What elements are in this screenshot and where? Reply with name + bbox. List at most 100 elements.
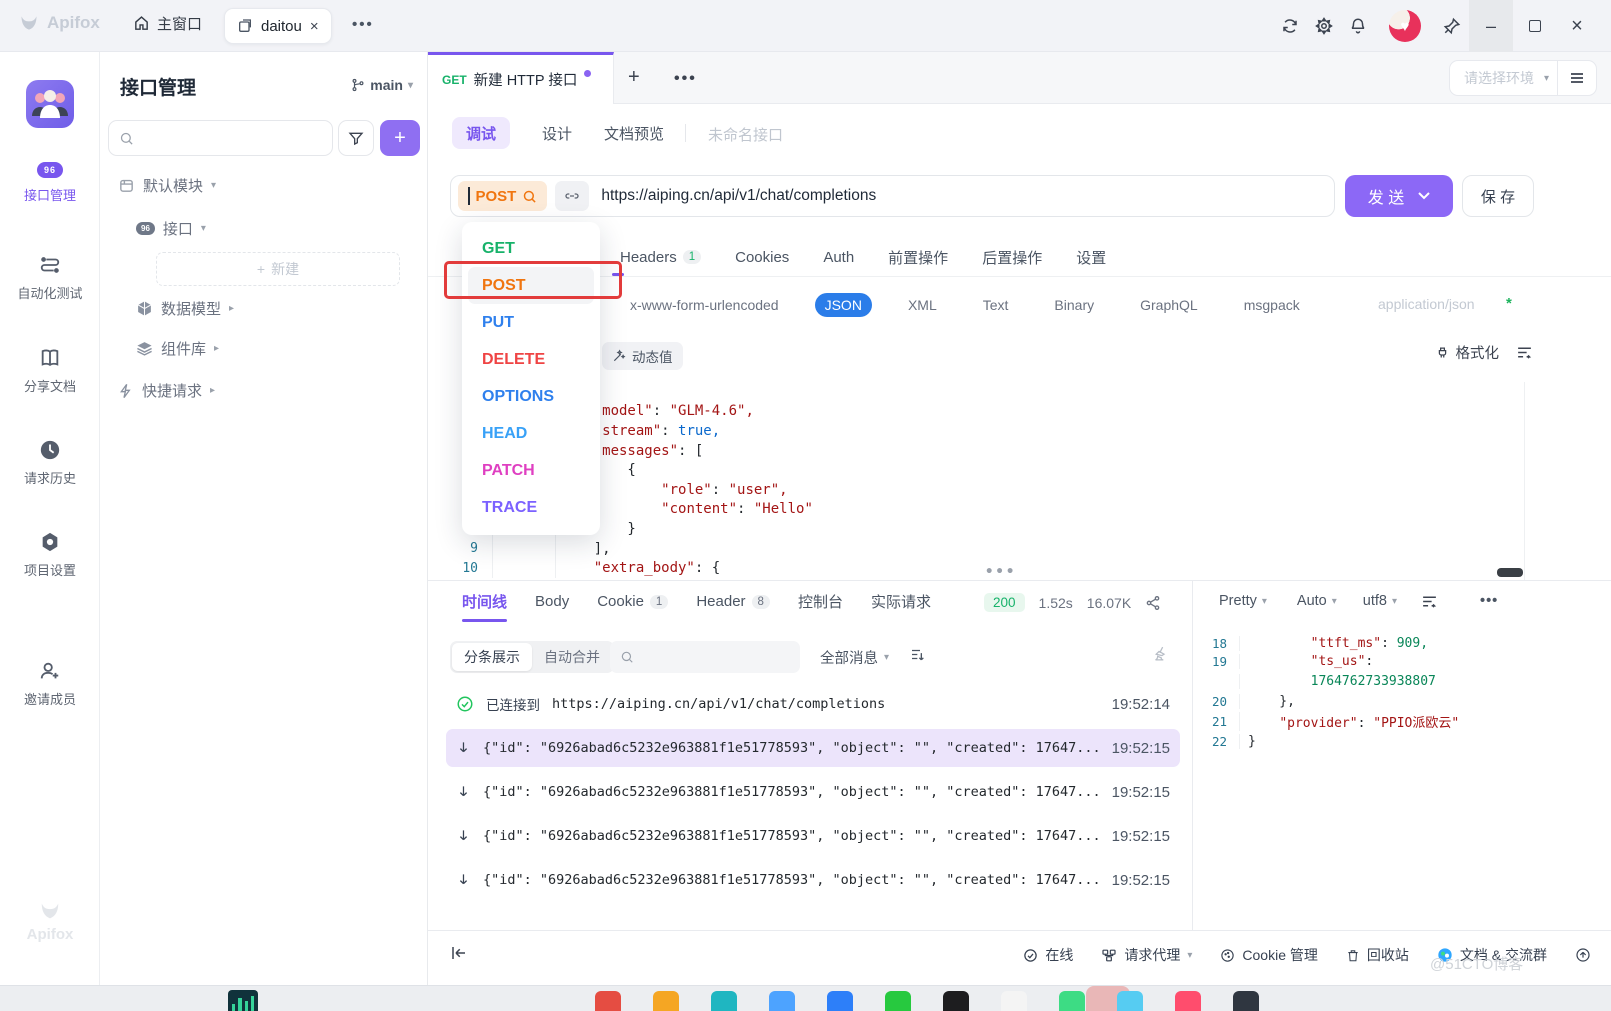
trash-button[interactable]: 回收站 xyxy=(1346,945,1409,965)
tree-search-input[interactable] xyxy=(142,130,312,146)
close-window-button[interactable]: × xyxy=(1557,0,1597,52)
toggle-auto-merge[interactable]: 自动合并 xyxy=(532,643,612,671)
titlebar-more-button[interactable]: ••• xyxy=(352,16,374,33)
url-input[interactable]: https://aiping.cn/api/v1/chat/completion… xyxy=(601,187,876,205)
editor-scrollbar[interactable] xyxy=(1524,382,1525,580)
body-type-option[interactable]: XML xyxy=(898,293,947,317)
tree-item-data-model[interactable]: 数据模型▸ xyxy=(136,298,234,319)
online-status[interactable]: 在线 xyxy=(1023,945,1073,965)
taskbar-app-icon[interactable] xyxy=(711,991,737,1011)
editor-scrollbar-thumb[interactable] xyxy=(1497,568,1523,577)
tab-doc-preview[interactable]: 文档预览 xyxy=(590,117,678,149)
timeline-message-row[interactable]: {"id": "6926abad6c5232e963881f1e51778593… xyxy=(446,861,1180,899)
method-option[interactable]: PUT xyxy=(468,304,594,341)
wrap-lines-button[interactable] xyxy=(1516,345,1533,360)
save-button[interactable]: 保 存 xyxy=(1462,175,1534,217)
tree-item-api-folder[interactable]: 96 接口▾ xyxy=(136,218,206,239)
taskbar-app-icon[interactable] xyxy=(653,991,679,1011)
sync-button[interactable] xyxy=(1273,0,1307,52)
tree-item-component-library[interactable]: 组件库▸ xyxy=(136,338,219,359)
taskbar-app-icon[interactable] xyxy=(885,991,911,1011)
main-window-tab[interactable]: 主窗口 xyxy=(133,13,202,34)
environment-selector[interactable]: 请选择环境 ▾ xyxy=(1449,60,1597,96)
pin-button[interactable] xyxy=(1435,0,1469,52)
body-type-option[interactable]: GraphQL xyxy=(1130,293,1208,317)
method-option[interactable]: DELETE xyxy=(468,341,594,378)
taskbar-app-icon[interactable] xyxy=(595,991,621,1011)
request-tab[interactable]: 后置操作 xyxy=(982,247,1042,268)
collapse-sidebar-button[interactable] xyxy=(450,945,468,961)
sidebar-item-request-history[interactable]: 请求历史 xyxy=(0,439,100,487)
response-tab[interactable]: Header 8 xyxy=(696,593,770,618)
add-button[interactable]: + xyxy=(380,120,420,156)
timeline-connected-row[interactable]: 已连接到 https://aiping.cn/api/v1/chat/compl… xyxy=(446,685,1180,723)
tab-design[interactable]: 设计 xyxy=(528,117,586,149)
send-button[interactable]: 发 送 xyxy=(1345,175,1453,217)
panel-resize-handle[interactable]: ••• xyxy=(985,564,1016,580)
method-option[interactable]: HEAD xyxy=(468,415,594,452)
request-tab[interactable]: 设置 xyxy=(1076,247,1106,268)
response-tab[interactable]: Body xyxy=(535,593,569,618)
tree-item-quick-request[interactable]: 快捷请求▸ xyxy=(118,380,215,401)
filter-button[interactable] xyxy=(338,120,374,156)
taskbar-app-icon[interactable] xyxy=(1059,991,1085,1011)
link-button[interactable] xyxy=(555,181,589,211)
response-tab[interactable]: 实际请求 xyxy=(871,591,931,620)
maximize-button[interactable] xyxy=(1513,0,1557,52)
timeline-message-row[interactable]: {"id": "6926abad6c5232e963881f1e51778593… xyxy=(446,773,1180,811)
request-tab[interactable]: Auth xyxy=(823,249,854,266)
response-tab[interactable]: 控制台 xyxy=(798,591,843,620)
request-tab[interactable]: 前置操作 xyxy=(888,247,948,268)
upgrade-button[interactable] xyxy=(1575,947,1591,963)
response-body-viewer[interactable]: 18 "ttft_ms": 909, 19 "ts_us": xyxy=(1207,631,1599,751)
wrap-lines-icon[interactable] xyxy=(1421,594,1438,609)
response-tab[interactable]: 时间线 xyxy=(462,591,507,620)
taskbar-app-icon[interactable] xyxy=(1233,991,1259,1011)
body-type-option[interactable]: x-www-form-urlencoded xyxy=(620,293,789,317)
taskbar-app-icon[interactable] xyxy=(1175,991,1201,1011)
user-avatar[interactable]: ♥ xyxy=(1389,10,1421,42)
taskbar-chart-icon[interactable] xyxy=(228,990,258,1011)
method-option[interactable]: OPTIONS xyxy=(468,378,594,415)
body-type-option[interactable]: msgpack xyxy=(1234,293,1310,317)
sidebar-item-automation-test[interactable]: 自动化测试 xyxy=(0,254,100,302)
method-option[interactable]: TRACE xyxy=(468,489,594,526)
method-selector[interactable]: POST xyxy=(458,181,547,211)
format-button[interactable]: 格式化 xyxy=(1435,342,1500,363)
close-tab-icon[interactable]: × xyxy=(310,18,319,35)
taskbar-app-icon[interactable] xyxy=(1117,991,1143,1011)
method-option[interactable]: PATCH xyxy=(468,452,594,489)
tree-item-default-module[interactable]: 默认模块▾ xyxy=(118,175,216,196)
sidebar-item-share-docs[interactable]: 分享文档 xyxy=(0,347,100,395)
sidebar-item-project-settings[interactable]: 项目设置 xyxy=(0,531,100,579)
timeline-message-row[interactable]: {"id": "6926abad6c5232e963881f1e51778593… xyxy=(446,729,1180,767)
format-dropdown[interactable]: Auto▾ xyxy=(1297,593,1337,609)
dynamic-value-button[interactable]: 动态值 xyxy=(602,342,683,370)
project-avatar[interactable] xyxy=(26,80,74,128)
sidebar-item-invite-members[interactable]: 邀请成员 xyxy=(0,660,100,708)
request-tab[interactable]: Headers 1 xyxy=(620,249,701,266)
env-menu-button[interactable] xyxy=(1558,71,1596,85)
encoding-dropdown[interactable]: utf8▾ xyxy=(1363,593,1397,609)
toggle-split-display[interactable]: 分条展示 xyxy=(452,643,532,671)
settings-button[interactable] xyxy=(1307,0,1341,52)
taskbar-app-icon[interactable] xyxy=(1001,991,1027,1011)
body-type-option[interactable]: Binary xyxy=(1044,293,1104,317)
branch-selector[interactable]: main ▾ xyxy=(351,77,413,93)
tab-overflow-button[interactable]: ••• xyxy=(674,70,697,88)
new-tab-button[interactable]: + xyxy=(628,66,640,89)
request-tab[interactable]: Cookies xyxy=(735,249,789,266)
response-tab[interactable]: Cookie 1 xyxy=(597,593,668,618)
timeline-search-input[interactable] xyxy=(642,649,782,665)
viewer-more-button[interactable]: ••• xyxy=(1480,593,1498,609)
clear-button[interactable] xyxy=(1152,645,1169,662)
timeline-search-box[interactable] xyxy=(610,641,800,673)
taskbar-app-icon[interactable] xyxy=(943,991,969,1011)
taskbar-app-icon[interactable] xyxy=(827,991,853,1011)
message-filter-dropdown[interactable]: 全部消息 ▾ xyxy=(820,647,889,668)
pretty-dropdown[interactable]: Pretty▾ xyxy=(1219,593,1267,609)
request-proxy-button[interactable]: 请求代理 ▾ xyxy=(1101,945,1192,965)
cookie-manager-button[interactable]: Cookie 管理 xyxy=(1220,945,1317,965)
tree-search-box[interactable] xyxy=(108,120,333,156)
body-type-option[interactable]: Text xyxy=(973,293,1019,317)
